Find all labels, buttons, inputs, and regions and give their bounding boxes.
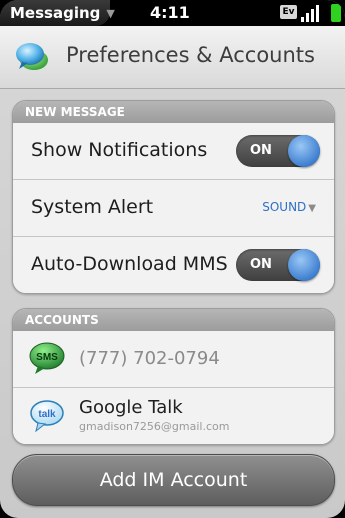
battery-icon [331, 4, 341, 22]
sms-icon: SMS [29, 342, 65, 374]
new-message-section-title: NEW MESSAGE [13, 101, 334, 123]
signal-icon [301, 4, 325, 22]
new-message-section: NEW MESSAGE Show Notifications ON System… [12, 100, 335, 294]
auto-download-mms-row: Auto-Download MMS ON [13, 237, 334, 293]
app-menu[interactable]: Messaging ▼ [0, 0, 115, 26]
toggle-knob [288, 249, 320, 281]
system-alert-label: System Alert [31, 196, 154, 218]
add-im-account-button[interactable]: Add IM Account [12, 454, 335, 506]
messaging-icon [16, 43, 48, 70]
auto-download-mms-toggle-label: ON [250, 257, 272, 272]
show-notifications-toggle[interactable]: ON [236, 135, 320, 167]
show-notifications-toggle-label: ON [250, 143, 272, 158]
sms-icon-text: SMS [36, 352, 58, 363]
chevron-down-icon: ▼ [308, 203, 316, 214]
clock: 4:11 [150, 3, 190, 22]
system-alert-value: SOUND [262, 200, 307, 214]
account-row-google-talk[interactable]: talk Google Talk gmadison7256@gmail.com [13, 388, 334, 444]
google-talk-icon: talk [30, 400, 64, 432]
app-menu-chevron-icon: ▼ [106, 6, 115, 20]
page-title: Preferences & Accounts [66, 43, 315, 67]
google-talk-icon-text: talk [38, 409, 56, 420]
system-alert-row[interactable]: System Alert SOUND ▼ [13, 180, 334, 237]
google-talk-account-email: gmadison7256@gmail.com [79, 420, 230, 433]
accounts-section: ACCOUNTS SMS (777) 702-0794 talk Google … [12, 308, 335, 445]
account-row-sms[interactable]: SMS (777) 702-0794 [13, 331, 334, 388]
status-bar: Messaging ▼ 4:11 Ev [0, 0, 345, 26]
google-talk-account-name: Google Talk [79, 397, 183, 418]
auto-download-mms-toggle[interactable]: ON [236, 249, 320, 281]
page-header: Preferences & Accounts [0, 26, 345, 89]
accounts-section-title: ACCOUNTS [13, 309, 334, 331]
ev-network-icon: Ev [280, 5, 297, 19]
show-notifications-row: Show Notifications ON [13, 123, 334, 180]
app-menu-label: Messaging [10, 4, 101, 22]
auto-download-mms-label: Auto-Download MMS [31, 253, 228, 275]
show-notifications-label: Show Notifications [31, 139, 208, 161]
toggle-knob [288, 135, 320, 167]
sms-account-number: (777) 702-0794 [79, 348, 220, 369]
system-alert-select[interactable]: SOUND ▼ [262, 200, 316, 214]
app-screen: Messaging ▼ 4:11 Ev Preferences & Accoun… [0, 0, 345, 518]
